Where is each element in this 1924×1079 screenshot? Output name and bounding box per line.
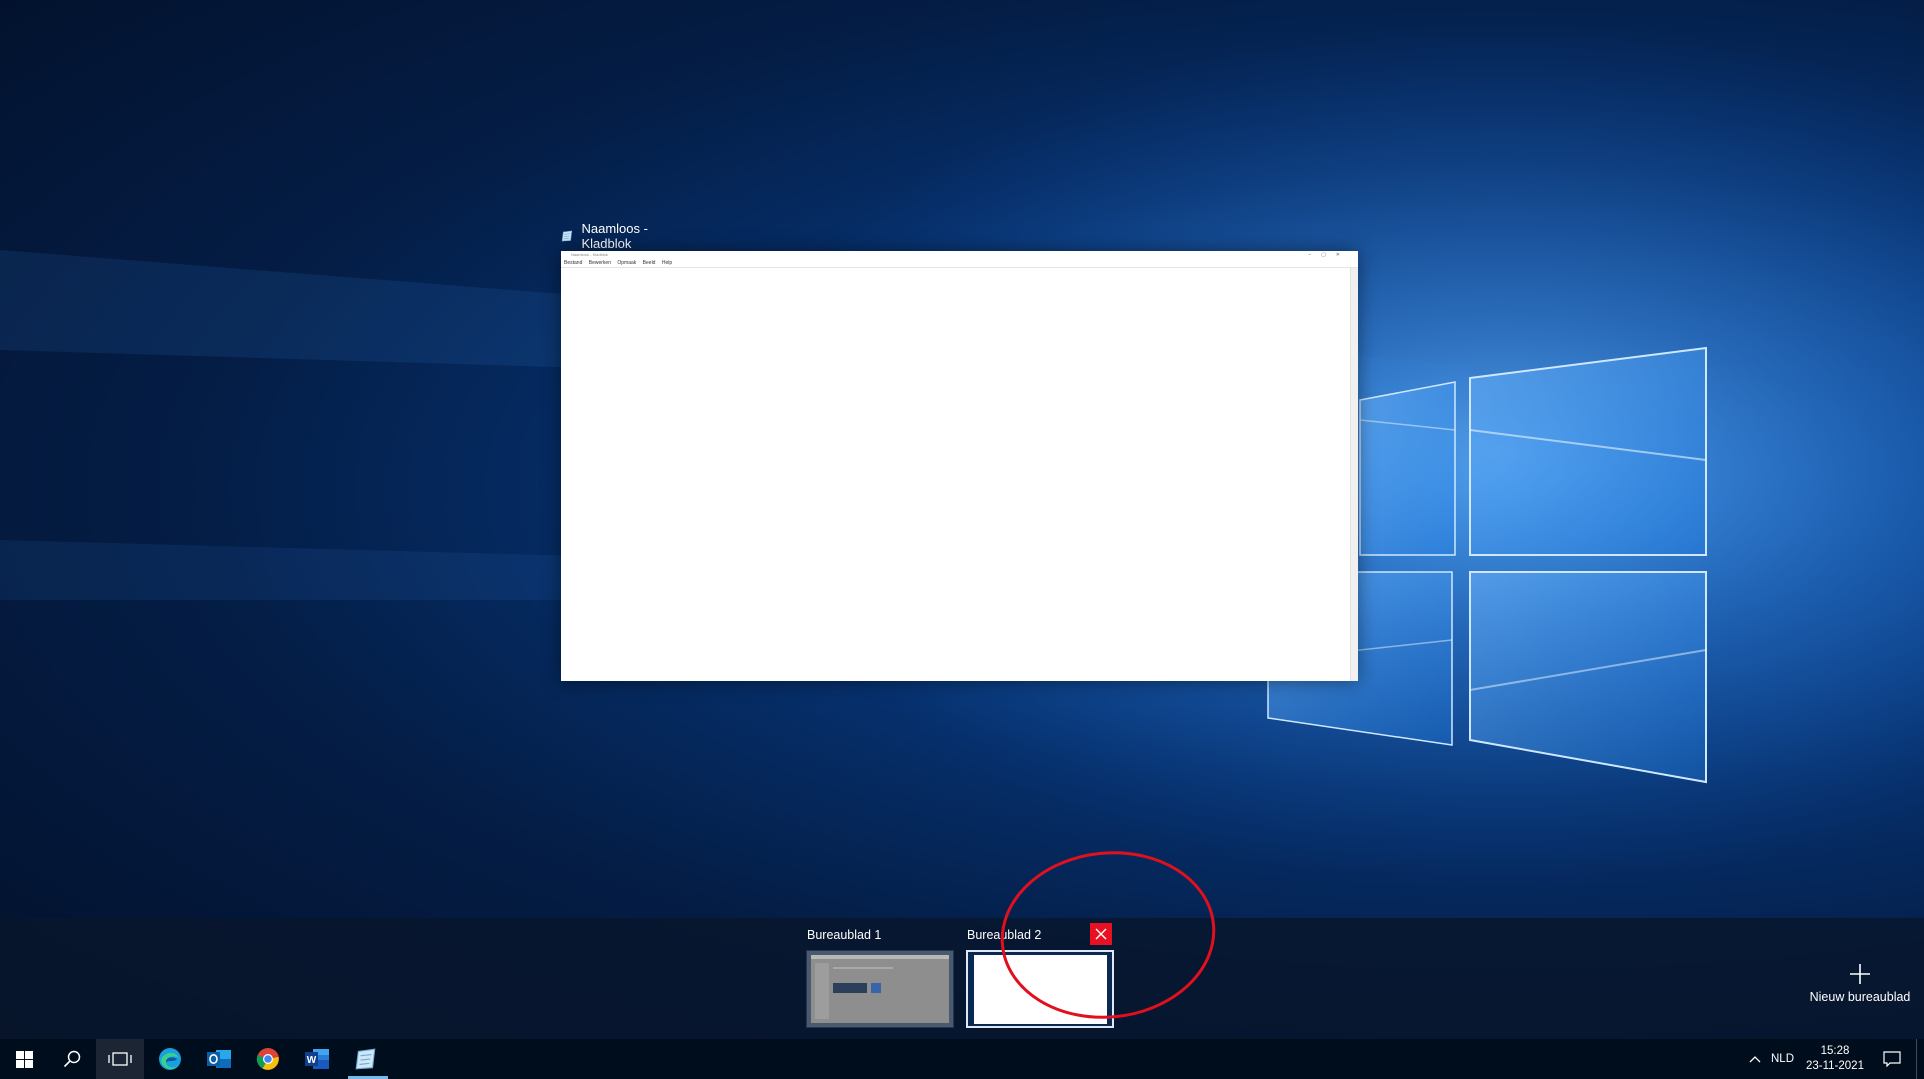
desktop-background: Naamloos - Kladblok Naamloos - Kladblok … (0, 0, 1924, 1079)
show-hidden-icons-button[interactable] (1745, 1039, 1765, 1079)
window-caption: Naamloos - Kladblok (561, 221, 650, 251)
desktop-1-preview (811, 955, 949, 1023)
thumb-menubar: Bestand Bewerken Opmaak Beeld Help (561, 260, 1358, 268)
taskbar-notepad[interactable] (342, 1039, 390, 1079)
close-icon (1095, 928, 1107, 940)
virtual-desktop-label: Bureaublad 1 (807, 928, 882, 942)
task-view-button[interactable] (96, 1039, 144, 1079)
show-desktop-button[interactable] (1916, 1039, 1921, 1079)
notepad-icon (355, 1048, 376, 1070)
taskbar-outlook[interactable] (195, 1039, 243, 1079)
taskbar-word[interactable]: W (293, 1039, 341, 1079)
thumb-window-controls: –▢✕ (1308, 252, 1350, 258)
new-desktop-button[interactable]: Nieuw bureaublad (1805, 962, 1915, 1004)
thumb-menu-item: Bewerken (588, 260, 611, 266)
virtual-desktops-bar: Bureaublad 1 Bureaublad 2 Nieuw bureaubl… (0, 918, 1924, 1039)
task-view-icon (108, 1052, 132, 1066)
chevron-up-icon (1749, 1056, 1761, 1063)
thumb-menu-item: Beeld (642, 260, 656, 266)
virtual-desktop-label: Bureaublad 2 (967, 928, 1042, 942)
notification-icon (1883, 1051, 1901, 1067)
edge-icon (159, 1048, 181, 1070)
virtual-desktop-thumbnail[interactable] (806, 950, 954, 1028)
plus-icon (1850, 964, 1870, 984)
thumb-menu-item: Bestand (564, 260, 583, 266)
windows-start-icon (15, 1050, 33, 1068)
taskbar-edge[interactable] (146, 1039, 194, 1079)
thumb-menu-item: Help (661, 260, 673, 266)
window-thumbnail[interactable]: Naamloos - Kladblok –▢✕ Bestand Bewerken… (561, 251, 1358, 681)
window-title: Naamloos - Kladblok (581, 221, 648, 251)
search-icon (63, 1050, 81, 1068)
word-icon: W (305, 1049, 329, 1069)
start-button[interactable] (0, 1039, 48, 1079)
notepad-icon (561, 230, 573, 242)
virtual-desktop-thumbnail[interactable] (966, 950, 1114, 1028)
language-indicator[interactable]: NLD (1771, 1039, 1794, 1079)
desktop-2-preview (974, 955, 1107, 1024)
outlook-icon (207, 1050, 231, 1068)
taskbar-chrome[interactable] (244, 1039, 292, 1079)
new-desktop-label: Nieuw bureaublad (1809, 990, 1911, 1004)
thumb-scrollbar (1350, 268, 1358, 681)
taskbar: W NLD 15:28 23-11-2021 (0, 1039, 1924, 1079)
close-desktop-button[interactable] (1090, 923, 1112, 945)
action-center-button[interactable] (1876, 1039, 1908, 1079)
thumb-menu-item: Opmaak (617, 260, 637, 266)
svg-text:W: W (307, 1055, 317, 1066)
clock-date: 23-11-2021 (1806, 1060, 1864, 1072)
thumb-titlebar: Naamloos - Kladblok (571, 252, 608, 257)
clock-time: 15:28 (1820, 1045, 1850, 1057)
search-button[interactable] (48, 1039, 96, 1079)
chrome-icon (256, 1048, 279, 1070)
clock[interactable]: 15:28 23-11-2021 (1800, 1044, 1870, 1074)
